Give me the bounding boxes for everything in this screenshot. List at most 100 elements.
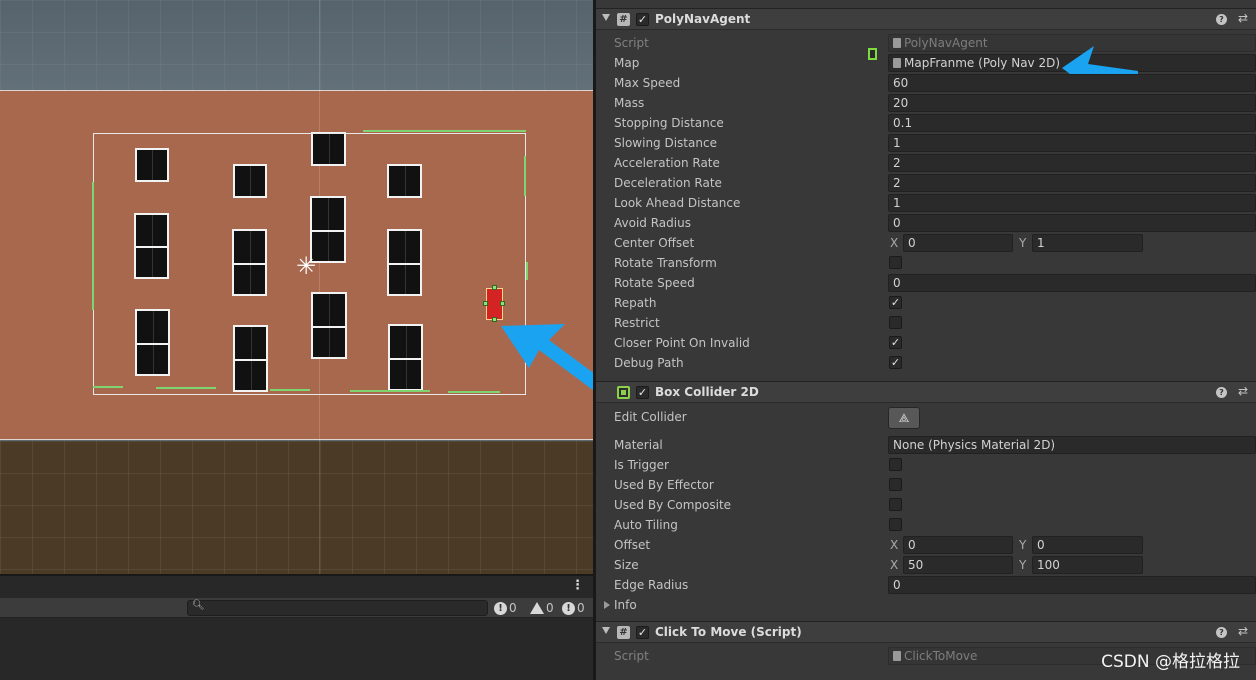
search-icon: 🔍︎ — [192, 600, 205, 611]
field-debug-path: Debug Path ✓ — [596, 353, 1256, 373]
auto-tiling-checkbox[interactable] — [889, 518, 902, 531]
field-size: Size X 50 Y 100 — [596, 555, 1256, 575]
stopping-distance-input[interactable]: 0.1 — [888, 114, 1256, 132]
mass-input[interactable]: 20 — [888, 94, 1256, 112]
help-icon[interactable]: ? — [1216, 627, 1227, 638]
x-axis-label: X — [890, 538, 899, 552]
console-search-input[interactable]: 🔍︎ — [187, 600, 488, 616]
field-label: Repath — [614, 296, 657, 310]
field-material: Material None (Physics Material 2D) — [596, 435, 1256, 455]
collider-handle[interactable] — [483, 301, 488, 306]
fold-arrow-icon[interactable] — [604, 601, 610, 609]
move-gizmo-icon[interactable]: ✳ — [293, 253, 319, 279]
field-label: Is Trigger — [614, 458, 669, 472]
field-auto-tiling: Auto Tiling — [596, 515, 1256, 535]
y-axis-label: Y — [1019, 538, 1027, 552]
nav-outline — [156, 387, 216, 389]
preset-icon[interactable]: ⇄ — [1238, 624, 1248, 638]
field-used-by-effector: Used By Effector — [596, 475, 1256, 495]
field-rotate-speed: Rotate Speed 0 — [596, 273, 1256, 293]
nav-outline — [524, 156, 526, 196]
collider-handle[interactable] — [500, 301, 505, 306]
size-x-input[interactable]: 50 — [903, 556, 1013, 574]
look-ahead-distance-input[interactable]: 1 — [888, 194, 1256, 212]
component-enabled-checkbox[interactable]: ✓ — [636, 626, 649, 639]
field-script: Script PolyNavAgent — [596, 33, 1256, 53]
script-file-icon — [893, 651, 901, 661]
error-icon: ! — [562, 601, 575, 615]
slowing-distance-input[interactable]: 1 — [888, 134, 1256, 152]
edge-radius-input[interactable]: 0 — [888, 576, 1256, 594]
field-edit-collider: Edit Collider ⟁ — [596, 407, 1256, 431]
y-axis-label: Y — [1019, 236, 1027, 250]
field-info[interactable]: Info — [596, 595, 1256, 615]
preset-icon[interactable]: ⇄ — [1238, 384, 1248, 398]
field-closer-point-on-invalid: Closer Point On Invalid ✓ — [596, 333, 1256, 353]
field-label: Center Offset — [614, 236, 695, 250]
field-is-trigger: Is Trigger — [596, 455, 1256, 475]
nav-outline — [93, 386, 123, 388]
component-enabled-checkbox[interactable]: ✓ — [636, 13, 649, 26]
field-restrict: Restrict — [596, 313, 1256, 333]
field-label: Edit Collider — [614, 410, 687, 424]
restrict-checkbox[interactable] — [889, 316, 902, 329]
component-header-box-collider[interactable]: ✓ Box Collider 2D ? ⇄ — [596, 381, 1256, 403]
component-title: Click To Move (Script) — [655, 625, 802, 639]
rotate-transform-checkbox[interactable] — [889, 256, 902, 269]
avoid-radius-input[interactable]: 0 — [888, 214, 1256, 232]
component-header-polynavagent[interactable]: # ✓ PolyNavAgent ? ⇄ — [596, 8, 1256, 30]
console-warning-toggle[interactable]: 0 — [527, 598, 557, 618]
scene-view[interactable]: ✳ — [0, 0, 593, 574]
collider-handle[interactable] — [492, 285, 497, 290]
console-error-toggle[interactable]: ! 0 — [559, 598, 588, 618]
field-label: Offset — [614, 538, 651, 552]
repath-checkbox[interactable]: ✓ — [889, 296, 902, 309]
component-header-click-to-move[interactable]: # ✓ Click To Move (Script) ? ⇄ — [596, 621, 1256, 643]
field-label: Rotate Transform — [614, 256, 717, 270]
field-label: Acceleration Rate — [614, 156, 720, 170]
console-menu-icon[interactable]: ⋮ — [571, 578, 584, 593]
field-label: Size — [614, 558, 639, 572]
edit-collider-button[interactable]: ⟁ — [888, 407, 920, 429]
field-max-speed: Max Speed 60 — [596, 73, 1256, 93]
y-axis-label: Y — [1019, 558, 1027, 572]
ground-grid — [0, 441, 593, 574]
fold-arrow-icon[interactable] — [602, 627, 610, 634]
acceleration-rate-input[interactable]: 2 — [888, 154, 1256, 172]
field-label: Used By Composite — [614, 498, 732, 512]
field-label: Max Speed — [614, 76, 681, 90]
component-enabled-checkbox[interactable]: ✓ — [636, 386, 649, 399]
x-axis-label: X — [890, 558, 899, 572]
center-offset-x-input[interactable]: 0 — [903, 234, 1013, 252]
used-by-effector-checkbox[interactable] — [889, 478, 902, 491]
field-label: Restrict — [614, 316, 660, 330]
preset-icon[interactable]: ⇄ — [1238, 11, 1248, 25]
help-icon[interactable]: ? — [1216, 14, 1227, 25]
debug-path-checkbox[interactable]: ✓ — [889, 356, 902, 369]
info-foldout-label[interactable]: Info — [614, 598, 637, 612]
field-map: Map MapFranme (Poly Nav 2D) — [596, 53, 1256, 73]
field-value: ClickToMove — [904, 649, 978, 663]
field-label: Deceleration Rate — [614, 176, 722, 190]
field-label: Debug Path — [614, 356, 684, 370]
box-collider-icon — [617, 386, 630, 399]
help-icon[interactable]: ? — [1216, 387, 1227, 398]
is-trigger-checkbox[interactable] — [889, 458, 902, 471]
console-log-toggle[interactable]: ! 0 — [491, 598, 520, 618]
max-speed-input[interactable]: 60 — [888, 74, 1256, 92]
offset-y-input[interactable]: 0 — [1032, 536, 1143, 554]
fold-arrow-icon[interactable] — [602, 14, 610, 21]
size-y-input[interactable]: 100 — [1032, 556, 1143, 574]
center-offset-y-input[interactable]: 1 — [1032, 234, 1143, 252]
offset-x-input[interactable]: 0 — [903, 536, 1013, 554]
warning-icon — [530, 602, 544, 614]
rotate-speed-input[interactable]: 0 — [888, 274, 1256, 292]
field-label: Map — [614, 56, 640, 70]
deceleration-rate-input[interactable]: 2 — [888, 174, 1256, 192]
info-icon: ! — [494, 601, 507, 615]
material-object-field[interactable]: None (Physics Material 2D) — [888, 436, 1256, 454]
closer-point-checkbox[interactable]: ✓ — [889, 336, 902, 349]
used-by-composite-checkbox[interactable] — [889, 498, 902, 511]
field-label: Mass — [614, 96, 645, 110]
error-count: 0 — [577, 601, 585, 615]
